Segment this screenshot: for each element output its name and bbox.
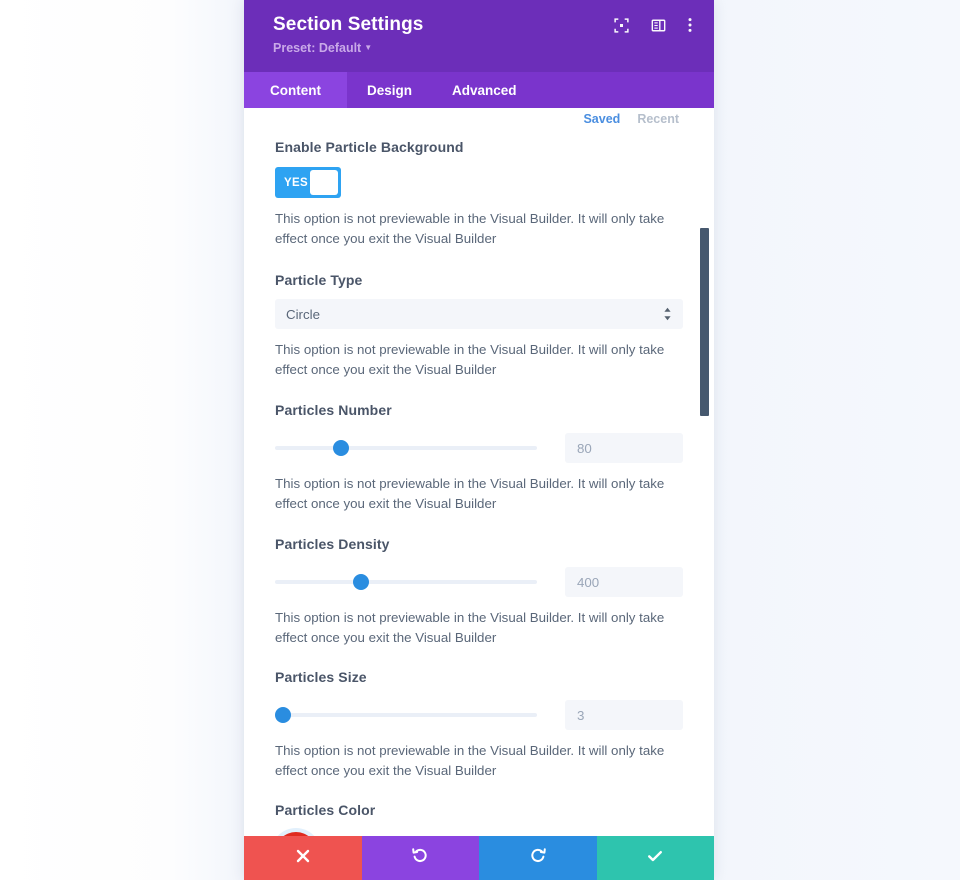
tab-design[interactable]: Design [347,72,432,108]
slider-track [275,713,537,717]
slider-track [275,580,537,584]
settings-content: Saved Recent Enable Particle Background … [244,108,714,836]
more-vertical-icon[interactable] [688,17,692,33]
tab-bar: Content Design Advanced [244,72,714,108]
field-label: Particles Size [275,669,367,685]
field-particles-number: Particles Number 80 This option is not p… [275,379,683,513]
close-icon [295,848,311,869]
particles-density-input[interactable]: 400 [565,567,683,597]
save-button[interactable] [596,836,714,880]
field-label: Particles Number [275,402,392,418]
particle-type-select-wrapper: Circle [275,299,683,329]
particles-density-slider[interactable] [275,567,537,597]
slider-track [275,446,537,450]
field-description: This option is not previewable in the Vi… [275,342,665,377]
particles-color-swatch-row [275,832,683,836]
chevron-down-icon: ▼ [364,43,373,52]
field-label: Particles Color [275,802,376,818]
field-particles-density: Particles Density 400 This option is not… [275,513,683,647]
tab-content[interactable]: Content [244,72,347,108]
redo-icon [529,847,547,870]
cancel-button[interactable] [244,836,362,880]
particles-size-input[interactable]: 3 [565,700,683,730]
particles-size-slider-row: 3 [274,700,683,730]
slider-handle[interactable] [274,707,291,723]
panel-header: Section Settings Preset: Default ▼ [244,0,714,72]
tab-advanced[interactable]: Advanced [432,72,537,108]
fullscreen-icon[interactable] [614,17,629,33]
content-scrollbar[interactable] [700,108,709,836]
section-settings-panel: Section Settings Preset: Default ▼ Conte… [244,0,714,880]
preset-dropdown[interactable]: Preset: Default ▼ [273,41,372,55]
field-particles-color: Particles Color ••• Saved Recent [275,780,683,836]
action-bar [244,836,714,880]
saved-tab-top[interactable]: Saved [583,112,620,126]
eyedropper-button[interactable] [275,832,317,836]
field-particle-type: Particle Type Circle This option is not … [275,248,683,379]
preset-label: Preset: Default [273,41,362,55]
field-enable-particle-background: Enable Particle Background YES This opti… [275,108,683,248]
panel-layout-icon[interactable] [651,18,666,33]
slider-handle[interactable] [353,574,370,590]
field-label: Particles Density [275,536,390,552]
check-icon [646,847,664,870]
header-icon-group [614,17,692,33]
undo-button[interactable] [361,836,479,880]
field-description: This option is not previewable in the Vi… [275,211,665,246]
redo-button[interactable] [479,836,597,880]
undo-icon [411,847,429,870]
recent-tab-top[interactable]: Recent [637,112,679,126]
particles-density-slider-row: 400 [275,567,683,597]
field-description: This option is not previewable in the Vi… [275,476,665,511]
field-particles-size: Particles Size 3 This option is not prev… [274,647,683,780]
particles-size-slider[interactable] [274,700,537,730]
field-description: This option is not previewable in the Vi… [275,743,665,778]
particles-number-slider-row: 80 [275,433,683,463]
particle-type-select[interactable]: Circle [275,299,683,329]
slider-handle[interactable] [332,440,349,456]
field-label: Particle Type [275,272,363,288]
toggle-state-label: YES [284,176,308,189]
particles-number-slider[interactable] [275,433,537,463]
saved-recent-top: Saved Recent [583,112,679,126]
scrollbar-thumb[interactable] [700,228,709,416]
field-description: This option is not previewable in the Vi… [275,610,665,645]
toggle-knob [310,170,338,195]
field-label: Enable Particle Background [275,139,464,155]
enable-particle-background-toggle[interactable]: YES [275,167,341,198]
particles-number-input[interactable]: 80 [565,433,683,463]
